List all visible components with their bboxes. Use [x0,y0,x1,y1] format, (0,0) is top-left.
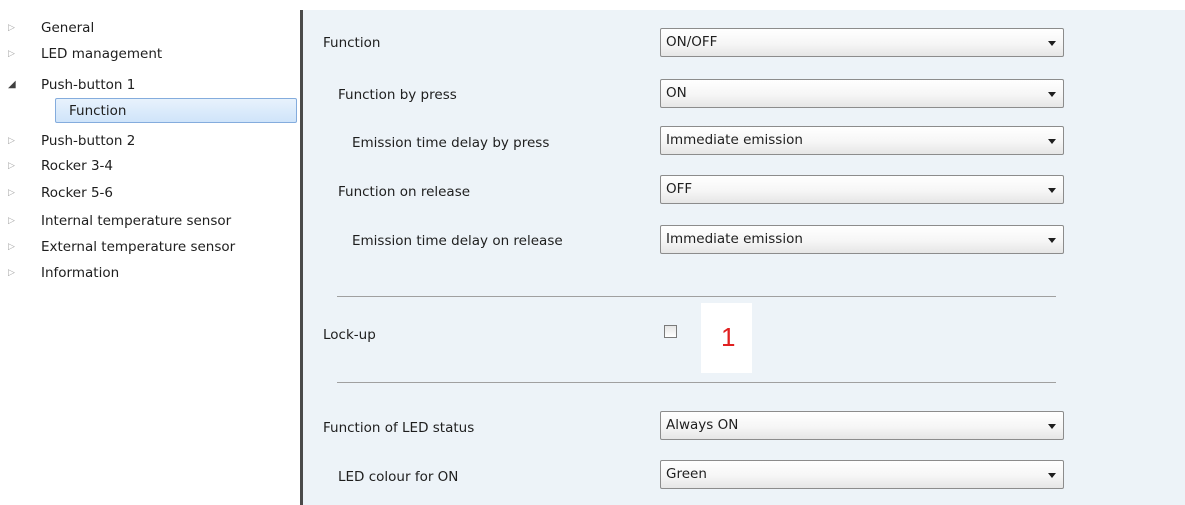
callout-marker: 1 [701,303,752,373]
dropdown-arrow-icon [1048,473,1056,478]
parameter-tree: ▷ General ▷ LED management ◢ Push-button… [0,0,300,505]
lock-up-label: Lock-up [323,327,376,343]
tree-item-label: Rocker 5-6 [41,185,113,201]
dropdown-arrow-icon [1048,41,1056,46]
function-label: Function [323,35,381,51]
expand-arrow-icon[interactable]: ▷ [8,237,20,257]
tree-item-label: LED management [41,46,163,62]
callout-number: 1 [721,322,736,352]
led-colour-on-dropdown[interactable]: Green [660,460,1064,489]
function-on-release-dropdown[interactable]: OFF [660,175,1064,204]
tree-item-label: Rocker 3-4 [41,158,113,174]
lock-up-checkbox[interactable] [664,325,677,338]
dropdown-value: ON/OFF [666,34,718,50]
function-on-release-label: Function on release [338,184,471,200]
dropdown-arrow-icon [1048,139,1056,144]
dropdown-value: OFF [666,181,693,197]
dropdown-value: Immediate emission [666,231,803,247]
tree-item-label: Internal temperature sensor [41,213,232,229]
dropdown-value: Always ON [666,417,739,433]
dropdown-value: Immediate emission [666,132,803,148]
dropdown-value: ON [666,85,687,101]
tree-item-label: External temperature sensor [41,239,236,255]
tree-item-label: Information [41,265,120,281]
tree-item-label: General [41,20,95,36]
tree-item-label: Function [69,103,127,119]
collapse-arrow-icon[interactable]: ◢ [8,75,20,95]
section-divider [337,296,1056,297]
dropdown-arrow-icon [1048,424,1056,429]
tree-item-function-selected[interactable]: Function [55,98,297,123]
dropdown-arrow-icon [1048,238,1056,243]
expand-arrow-icon[interactable]: ▷ [8,156,20,176]
emission-delay-release-dropdown[interactable]: Immediate emission [660,225,1064,254]
function-by-press-label: Function by press [338,87,457,103]
led-status-label: Function of LED status [323,420,475,436]
dropdown-arrow-icon [1048,92,1056,97]
expand-arrow-icon[interactable]: ▷ [8,263,20,283]
tree-item-label: Push-button 2 [41,133,136,149]
dropdown-value: Green [666,466,707,482]
section-divider [337,382,1056,383]
expand-arrow-icon[interactable]: ▷ [8,131,20,151]
function-dropdown[interactable]: ON/OFF [660,28,1064,57]
emission-delay-release-label: Emission time delay on release [352,233,563,249]
expand-arrow-icon[interactable]: ▷ [8,18,20,38]
function-by-press-dropdown[interactable]: ON [660,79,1064,108]
emission-delay-press-label: Emission time delay by press [352,135,550,151]
tree-item-label: Push-button 1 [41,77,136,93]
expand-arrow-icon[interactable]: ▷ [8,183,20,203]
emission-delay-press-dropdown[interactable]: Immediate emission [660,126,1064,155]
led-status-dropdown[interactable]: Always ON [660,411,1064,440]
led-colour-on-label: LED colour for ON [338,469,459,485]
expand-arrow-icon[interactable]: ▷ [8,44,20,64]
expand-arrow-icon[interactable]: ▷ [8,211,20,231]
dropdown-arrow-icon [1048,188,1056,193]
